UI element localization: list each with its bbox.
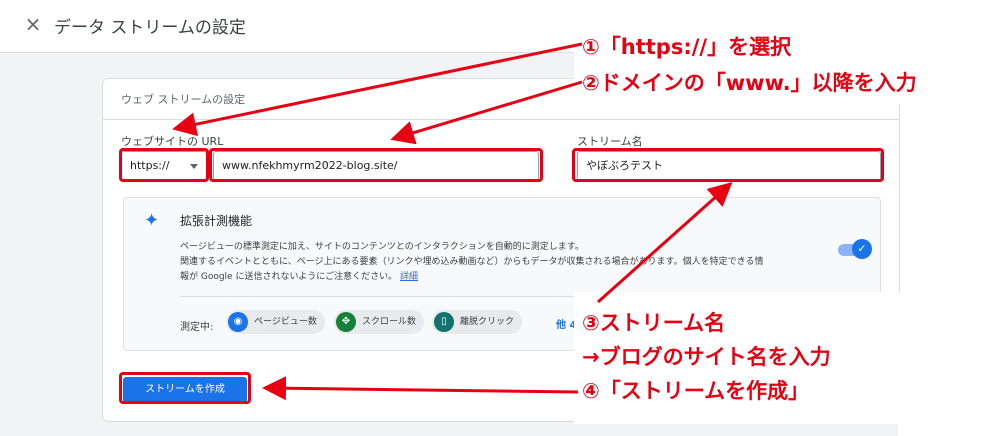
arrow-to-url	[390, 80, 583, 145]
annotation-arrows	[172, 42, 733, 401]
annotation-2: ②ドメインの「www.」以降を入力	[582, 71, 917, 95]
annotation-3-detail: →ブログのサイト名を入力	[582, 345, 831, 369]
arrow-to-stream-name	[597, 182, 733, 304]
annotation-4: ④「ストリームを作成」	[582, 379, 810, 403]
annotation-3-title: ③ストリーム名	[582, 311, 726, 335]
arrow-to-protocol	[172, 42, 583, 137]
annotation-1: ①「https://」を選択	[582, 35, 792, 59]
arrow-to-create-button	[262, 376, 579, 401]
